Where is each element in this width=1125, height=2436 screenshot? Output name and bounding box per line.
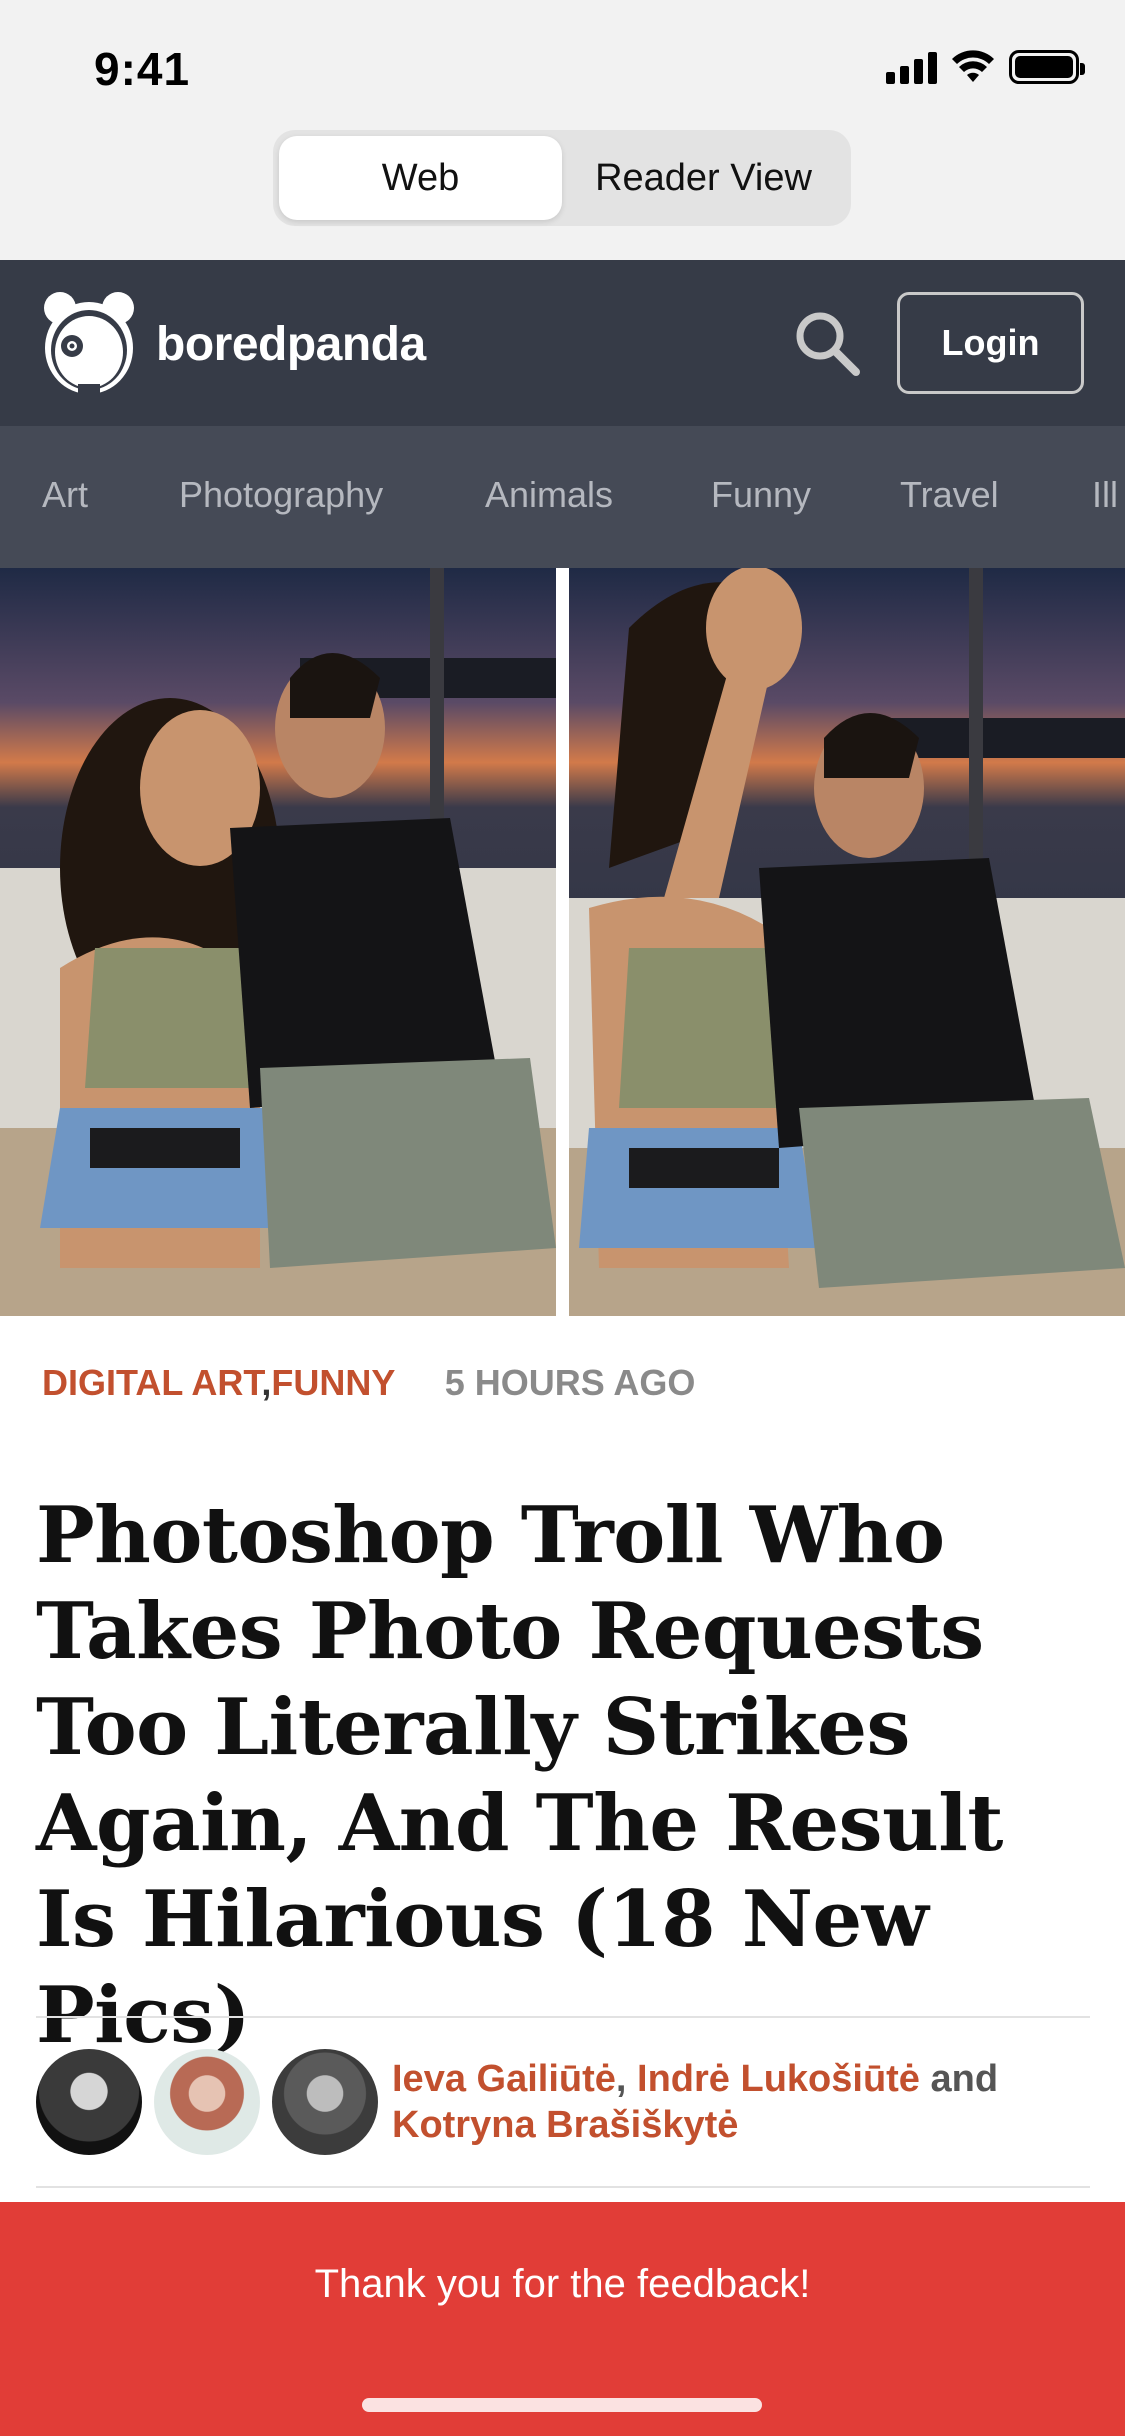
site-logo[interactable]: boredpanda (40, 288, 426, 400)
feedback-toast: Thank you for the feedback! (0, 2202, 1125, 2436)
category-more[interactable]: Ill (1092, 474, 1118, 516)
posted-time: 5 HOURS AGO (444, 1362, 696, 1403)
toast-message: Thank you for the feedback! (314, 2262, 811, 2306)
reader-view-tab[interactable]: Reader View (562, 136, 845, 220)
category-nav: Art Photography Animals Funny Travel Ill (0, 426, 1125, 568)
site-header: boredpanda Login (0, 260, 1125, 426)
author-link[interactable]: Ieva Gailiūtė (392, 2058, 616, 2100)
category-animals[interactable]: Animals (485, 474, 613, 516)
authors-text: Ieva Gailiūtė, Indrė Lukošiūtė and Kotry… (392, 2056, 1032, 2148)
author-conjunction: and (930, 2058, 999, 2100)
web-view-tab[interactable]: Web (279, 136, 562, 220)
avatar[interactable] (272, 2049, 378, 2155)
panda-logo-icon (44, 292, 134, 398)
article-meta: DIGITAL ART,FUNNY 5 HOURS AGO (42, 1362, 695, 1404)
brand-name: boredpanda (156, 317, 426, 371)
hero-images (0, 568, 1125, 1316)
authors-row: Ieva Gailiūtė, Indrė Lukošiūtė and Kotry… (36, 2048, 1032, 2156)
top-chrome: 9:41 Web Reader View (0, 0, 1125, 260)
divider-top (36, 2016, 1090, 2018)
avatar[interactable] (154, 2049, 260, 2155)
battery-icon (1009, 50, 1085, 84)
category-funny[interactable]: Funny (711, 474, 811, 516)
category-art[interactable]: Art (42, 474, 88, 516)
category-photography[interactable]: Photography (179, 474, 383, 516)
home-indicator[interactable] (362, 2398, 762, 2412)
author-link[interactable]: Kotryna Brašiškytė (392, 2104, 738, 2146)
divider-bottom (36, 2186, 1090, 2188)
login-button[interactable]: Login (897, 292, 1084, 394)
tag-funny[interactable]: FUNNY (271, 1362, 394, 1403)
search-icon[interactable] (792, 308, 862, 378)
author-link[interactable]: Indrė Lukošiūtė (637, 2058, 920, 2100)
wifi-icon (952, 50, 994, 82)
status-time: 9:41 (94, 43, 191, 95)
author-separator: , (615, 2058, 627, 2100)
edited-photo[interactable] (569, 568, 1125, 1316)
original-photo[interactable] (0, 568, 556, 1316)
category-travel[interactable]: Travel (900, 474, 999, 516)
avatar[interactable] (36, 2049, 142, 2155)
article-headline: Photoshop Troll Who Takes Photo Requests… (36, 1490, 1003, 2061)
signal-icon (886, 50, 937, 84)
view-segmented-control: Web Reader View (273, 130, 851, 226)
tag-digital-art[interactable]: DIGITAL ART (42, 1362, 261, 1403)
status-icons (886, 50, 1085, 84)
tag-separator: , (261, 1362, 272, 1403)
